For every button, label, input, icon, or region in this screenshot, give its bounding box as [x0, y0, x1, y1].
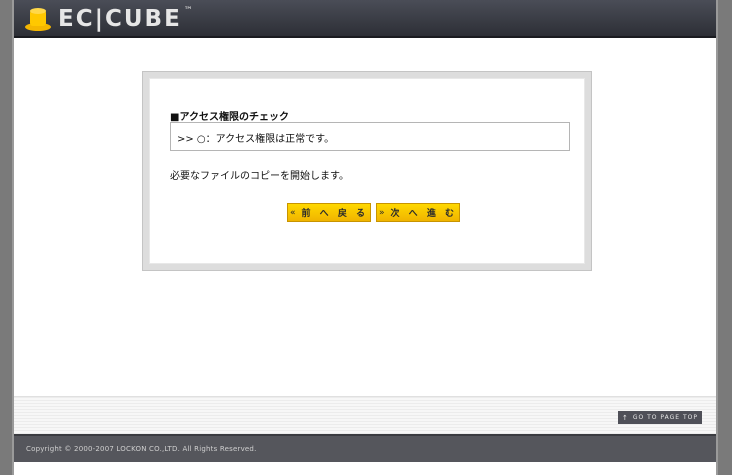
ec-cube-logo: EC|CUBE ™	[24, 5, 193, 33]
back-button[interactable]: « 前 へ 戻 る	[287, 203, 371, 222]
copyright-text: Copyright © 2000-2007 LOCKON CO.,LTD. Al…	[26, 445, 257, 453]
bottom-strip	[14, 462, 716, 475]
header-bar: EC|CUBE ™	[14, 0, 716, 38]
permission-check-title: ■アクセス権限のチェック	[170, 112, 289, 123]
logo-text: EC|CUBE	[58, 6, 182, 32]
next-arrow-icon: »	[379, 207, 385, 218]
page-frame: EC|CUBE ™ ■アクセス権限のチェック >> ○：アクセス権限は正常です。…	[12, 0, 718, 475]
install-panel-inner: ■アクセス権限のチェック >> ○：アクセス権限は正常です。 必要なファイルのコ…	[149, 78, 585, 264]
hat-logo-icon	[25, 8, 51, 31]
footer-bar: Copyright © 2000-2007 LOCKON CO.,LTD. Al…	[14, 434, 716, 462]
next-button[interactable]: » 次 へ 進 む	[376, 203, 460, 222]
copy-start-message: 必要なファイルのコピーを開始します。	[170, 171, 349, 182]
back-button-label: 前 へ 戻 る	[301, 209, 368, 219]
go-to-page-top-label: GO TO PAGE TOP	[632, 414, 699, 421]
permission-check-result: >> ○：アクセス権限は正常です。	[170, 122, 570, 151]
main-content: ■アクセス権限のチェック >> ○：アクセス権限は正常です。 必要なファイルのコ…	[14, 40, 716, 396]
go-to-page-top-button[interactable]: ↑ GO TO PAGE TOP	[618, 411, 702, 424]
footer-top-area: ↑ GO TO PAGE TOP	[14, 396, 716, 434]
back-arrow-icon: «	[290, 207, 296, 218]
up-arrow-icon: ↑	[621, 413, 629, 422]
install-panel: ■アクセス権限のチェック >> ○：アクセス権限は正常です。 必要なファイルのコ…	[142, 71, 592, 271]
logo-trademark: ™	[183, 6, 193, 16]
next-button-label: 次 へ 進 む	[390, 209, 457, 219]
